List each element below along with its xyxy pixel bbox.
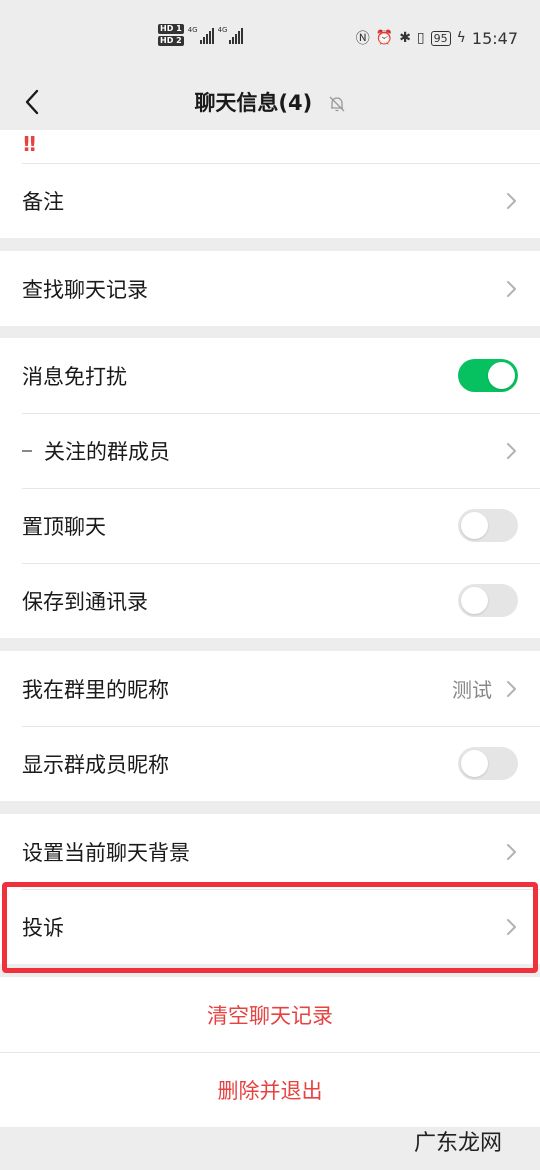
chevron-right-icon [507, 918, 516, 935]
system-indicators: Ⓝ ⏰ ✱ ▯ 95 ϟ 15:47 [356, 28, 518, 48]
alarm-icon: ⏰ [375, 30, 394, 46]
save-contacts-row: 保存到通讯录 [0, 563, 540, 638]
delete-exit-button[interactable]: 删除并退出 [0, 1052, 540, 1127]
hd-badges: HD 1 HD 2 [158, 24, 184, 46]
chevron-right-icon [507, 843, 516, 860]
chevron-right-icon [507, 442, 516, 459]
followed-members-label: 关注的群成员 [44, 439, 170, 464]
save-contacts-label: 保存到通讯录 [22, 589, 148, 614]
watermark: 广东龙网 [413, 1131, 502, 1156]
set-background-row[interactable]: 设置当前聊天背景 [0, 814, 540, 889]
nickname-group: 我在群里的昵称 测试 显示群成员昵称 [0, 651, 540, 801]
signal-1-icon: 4G [188, 26, 214, 44]
clear-history-button[interactable]: 清空聊天记录 [0, 977, 540, 1052]
my-nickname-row[interactable]: 我在群里的昵称 测试 [0, 651, 540, 726]
actions-group: 清空聊天记录 删除并退出 [0, 977, 540, 1127]
signal-indicators: HD 1 HD 2 4G 4G [158, 24, 244, 46]
charging-icon: ϟ [456, 30, 466, 46]
find-history-label: 查找聊天记录 [22, 277, 148, 302]
navigation-bar: 聊天信息(4) [0, 78, 540, 130]
indent-dash [22, 449, 32, 452]
bluetooth-icon: ✱ [399, 30, 411, 46]
search-history-group: 查找聊天记录 [0, 251, 540, 326]
mute-row: 消息免打扰 [0, 338, 540, 413]
bell-off-icon [329, 96, 345, 112]
background-group: 设置当前聊天背景 投诉 [0, 814, 540, 964]
pin-chat-label: 置顶聊天 [22, 514, 106, 539]
signal-2-icon: 4G [218, 26, 244, 44]
page-title: 聊天信息(4) [0, 87, 540, 117]
followed-members-row[interactable]: 关注的群成员 [0, 413, 540, 488]
mute-toggle[interactable] [458, 359, 518, 392]
mute-label: 消息免打扰 [22, 364, 127, 389]
remark-label: 备注 [22, 189, 64, 214]
hd1-badge: HD 1 [158, 24, 184, 34]
pin-chat-toggle[interactable] [458, 509, 518, 542]
hd2-badge: HD 2 [158, 36, 184, 46]
page-title-text: 聊天信息(4) [194, 91, 313, 115]
chevron-right-icon [507, 280, 516, 297]
find-history-row[interactable]: 查找聊天记录 [0, 251, 540, 326]
chevron-right-icon [507, 680, 516, 697]
remark-group: !! 备注 [0, 130, 540, 238]
status-bar: HD 1 HD 2 4G 4G Ⓝ ⏰ ✱ ▯ 95 ϟ 15:47 [0, 0, 540, 78]
complain-row[interactable]: 投诉 [0, 889, 540, 964]
vibrate-icon: ▯ [416, 30, 425, 46]
chevron-right-icon [507, 192, 516, 209]
pin-chat-row: 置顶聊天 [0, 488, 540, 563]
alert-row: !! [0, 130, 540, 163]
my-nickname-label: 我在群里的昵称 [22, 677, 169, 702]
remark-row[interactable]: 备注 [0, 163, 540, 238]
battery-icon: 95 [430, 30, 451, 46]
show-nicknames-row: 显示群成员昵称 [0, 726, 540, 801]
clock: 15:47 [471, 28, 518, 48]
alert-mark: !! [22, 132, 37, 156]
show-nicknames-label: 显示群成员昵称 [22, 752, 169, 777]
set-background-label: 设置当前聊天背景 [22, 840, 190, 865]
chat-settings-group: 消息免打扰 关注的群成员 置顶聊天 保存到通讯录 [0, 338, 540, 638]
complain-label: 投诉 [22, 915, 64, 940]
my-nickname-value: 测试 [452, 678, 492, 702]
nfc-icon: Ⓝ [355, 31, 370, 47]
save-contacts-toggle[interactable] [458, 584, 518, 617]
show-nicknames-toggle[interactable] [458, 747, 518, 780]
